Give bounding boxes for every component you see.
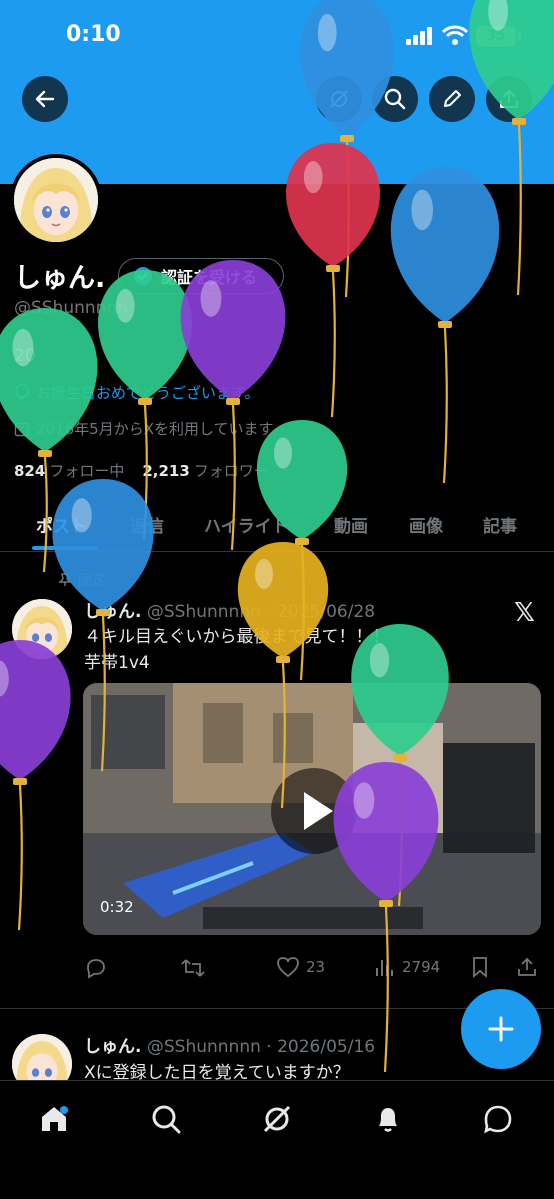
share-icon bbox=[518, 957, 536, 976]
views-icon bbox=[376, 960, 393, 976]
post-avatar[interactable] bbox=[12, 599, 72, 659]
profile-tabs: ポスト 返信 ハイライト 動画 画像 記事 bbox=[0, 500, 554, 552]
video-duration: 0:32 bbox=[100, 898, 134, 916]
compose-plus-icon bbox=[488, 1016, 514, 1042]
follow-stats: 824 フォロー中 2,213 フォロワー bbox=[14, 460, 269, 481]
status-bar: 0:10 35 bbox=[0, 0, 554, 70]
edit-profile-button[interactable] bbox=[429, 76, 475, 122]
pinned-label: 固定 bbox=[58, 570, 106, 590]
post-author[interactable]: しゅん. bbox=[84, 602, 141, 622]
status-time: 0:10 bbox=[66, 22, 121, 47]
post-header: しゅん. @SShunnnnn · 2025/06/28 bbox=[84, 597, 375, 622]
grok-button[interactable] bbox=[316, 76, 362, 122]
tab-images[interactable]: 画像 bbox=[409, 512, 443, 537]
calendar-icon bbox=[14, 422, 30, 436]
tab-highlights[interactable]: ハイライト bbox=[204, 512, 289, 537]
balloon-icon bbox=[15, 383, 29, 401]
balloon bbox=[286, 143, 380, 418]
joined-text: 2016年5月からXを利用しています bbox=[36, 420, 274, 438]
avatar-illustration bbox=[12, 599, 72, 659]
battery-indicator: 35 bbox=[476, 26, 516, 47]
view-count: 2794 bbox=[402, 958, 441, 976]
search-icon bbox=[152, 1105, 181, 1134]
tab-replies[interactable]: 返信 bbox=[130, 512, 164, 537]
like-icon bbox=[277, 957, 299, 978]
following-link[interactable]: 824 フォロー中 bbox=[14, 460, 124, 481]
balloon bbox=[0, 640, 71, 931]
play-icon bbox=[304, 792, 333, 830]
profile-bio: 20 bbox=[14, 346, 36, 366]
nav-search[interactable] bbox=[146, 1099, 186, 1139]
wifi-icon bbox=[442, 25, 468, 45]
post-meta: @SShunnnnn · 2025/06/28 bbox=[146, 602, 376, 622]
grok-icon bbox=[330, 90, 348, 108]
post-text-line: ４キル目えぐいから最後まで見て！！！ bbox=[84, 627, 390, 647]
get-verified-button[interactable]: 認証を受ける bbox=[118, 258, 284, 294]
get-verified-label: 認証を受ける bbox=[161, 268, 258, 287]
post-actions: 23 2794 bbox=[0, 956, 554, 984]
views-button[interactable]: 2794 bbox=[374, 956, 440, 978]
birthday-line: お誕生日おめでとうございます。 bbox=[14, 382, 260, 403]
post-author[interactable]: しゅん. bbox=[84, 1037, 141, 1057]
nav-home[interactable] bbox=[34, 1099, 74, 1139]
play-button[interactable] bbox=[271, 768, 357, 854]
active-tab-indicator bbox=[32, 546, 98, 550]
home-icon bbox=[42, 1106, 68, 1131]
post-text-line: 芋帯1v4 bbox=[84, 653, 150, 673]
back-button[interactable] bbox=[22, 76, 68, 122]
bookmark-button[interactable] bbox=[470, 956, 490, 978]
share-post-button[interactable] bbox=[516, 956, 538, 978]
tab-articles[interactable]: 記事 bbox=[483, 512, 517, 537]
pinned-text: 固定 bbox=[78, 573, 106, 589]
profile-handle: @SShunnnnn bbox=[14, 298, 129, 318]
reply-icon bbox=[87, 959, 105, 979]
profile-name: しゅん. bbox=[14, 263, 106, 294]
search-icon bbox=[384, 88, 406, 110]
birthday-text: お誕生日おめでとうございます。 bbox=[36, 384, 260, 402]
joined-line[interactable]: 2016年5月からXを利用しています › bbox=[14, 418, 286, 439]
share-icon bbox=[500, 90, 518, 108]
post-header: しゅん. @SShunnnnn · 2026/05/16 bbox=[84, 1032, 375, 1057]
compose-button[interactable] bbox=[461, 989, 541, 1069]
post-text: ４キル目えぐいから最後まで見て！！！ 芋帯1v4 bbox=[84, 624, 390, 676]
x-logo-icon: 𝕏 bbox=[514, 598, 535, 628]
nav-messages[interactable] bbox=[478, 1099, 518, 1139]
nav-grok[interactable] bbox=[257, 1099, 297, 1139]
like-count: 23 bbox=[306, 958, 326, 976]
search-button[interactable] bbox=[372, 76, 418, 122]
repost-icon bbox=[181, 959, 205, 977]
back-arrow-icon bbox=[35, 90, 55, 108]
bell-icon bbox=[379, 1108, 397, 1132]
bookmark-icon bbox=[473, 957, 487, 978]
like-button[interactable]: 23 bbox=[276, 956, 325, 978]
tab-posts[interactable]: ポスト bbox=[36, 512, 87, 537]
tab-videos[interactable]: 動画 bbox=[334, 512, 368, 537]
share-button[interactable] bbox=[486, 76, 532, 122]
avatar-illustration bbox=[14, 158, 98, 242]
edit-icon bbox=[444, 90, 461, 107]
balloon bbox=[390, 167, 500, 484]
chevron-right-icon: › bbox=[279, 419, 286, 438]
signal-icon bbox=[406, 27, 432, 45]
verified-badge-icon bbox=[134, 267, 152, 285]
pin-icon bbox=[58, 573, 72, 586]
post-meta: @SShunnnnn · 2026/05/16 bbox=[146, 1037, 376, 1057]
repost-button[interactable] bbox=[180, 956, 206, 980]
bottom-nav bbox=[0, 1080, 554, 1199]
profile-avatar[interactable] bbox=[10, 154, 102, 246]
messages-icon bbox=[484, 1105, 512, 1134]
reply-button[interactable] bbox=[84, 956, 108, 980]
followers-link[interactable]: 2,213 フォロワー bbox=[142, 460, 268, 481]
battery-tip bbox=[518, 32, 521, 41]
nav-notifications[interactable] bbox=[368, 1099, 408, 1139]
grok-icon bbox=[263, 1105, 291, 1133]
